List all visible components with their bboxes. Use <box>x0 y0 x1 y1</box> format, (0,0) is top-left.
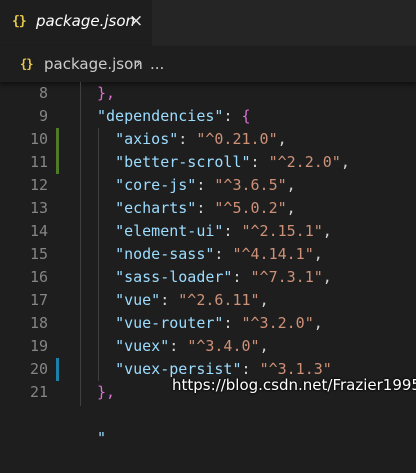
open-brace: { <box>241 107 251 125</box>
json-key: "vuex" <box>115 337 170 355</box>
code-line: 19 "vuex": "^3.4.0", <box>0 335 416 358</box>
code-text: }, <box>97 381 115 404</box>
code-text: "node-sass": "^4.14.1", <box>115 245 323 263</box>
json-key: "node-sass" <box>115 245 215 263</box>
json-key: "core-js" <box>115 176 197 194</box>
breadcrumb-symbols[interactable]: ... <box>150 55 164 73</box>
code-line: 10 "axios": "^0.21.0", <box>0 128 416 151</box>
code-line: 11 "better-scroll": "^2.2.0", <box>0 151 416 174</box>
code-line-partial: " <box>97 429 107 447</box>
code-text: "better-scroll": "^2.2.0", <box>115 153 350 171</box>
close-punctuation: , <box>286 199 296 217</box>
code-line: 16 "sass-loader": "^7.3.1", <box>0 266 416 289</box>
line-number: 9 <box>38 107 48 125</box>
json-key: "element-ui" <box>115 222 224 240</box>
line-number: 13 <box>29 199 48 217</box>
code-text: }, <box>97 82 115 105</box>
json-value: "^2.6.11" <box>178 291 260 309</box>
line-number: 16 <box>29 268 48 286</box>
json-key: "vue-router" <box>115 314 224 332</box>
close-punctuation: , <box>313 245 323 263</box>
json-key: "vue" <box>115 291 161 309</box>
line-number: 20 <box>29 360 48 378</box>
code-text: "vue-router": "^3.2.0", <box>115 314 323 332</box>
close-punctuation: }, <box>97 84 116 102</box>
tab-bar: {} package.json × <box>0 0 416 46</box>
json-value: "^7.3.1" <box>250 268 323 286</box>
code-text: "echarts": "^5.0.2", <box>115 199 296 217</box>
json-value: "^2.2.0" <box>268 153 341 171</box>
code-line: 15 "node-sass": "^4.14.1", <box>0 243 416 266</box>
close-punctuation: , <box>340 153 350 171</box>
code-line: 13 "echarts": "^5.0.2", <box>0 197 416 220</box>
chevron-right-icon: › <box>135 54 141 72</box>
line-number: 15 <box>29 245 48 263</box>
json-value: "^3.4.0" <box>187 337 260 355</box>
json-value: "^0.21.0" <box>196 130 278 148</box>
close-punctuation: , <box>313 314 323 332</box>
breadcrumb: {} package.json › ... <box>0 46 416 82</box>
line-number: 17 <box>29 291 48 309</box>
line-number: 11 <box>29 153 48 171</box>
line-number: 18 <box>29 314 48 332</box>
json-key: "dependencies" <box>97 107 224 125</box>
json-value: "^3.6.5" <box>214 176 287 194</box>
close-punctuation: , <box>322 268 332 286</box>
code-editor[interactable]: 8}, 9 "dependencies": { 10 "axios": "^0.21.… <box>0 82 416 447</box>
line-number: 21 <box>29 383 48 401</box>
code-text: "vue": "^2.6.11", <box>115 291 269 309</box>
json-key: "better-scroll" <box>115 153 251 171</box>
line-number: 12 <box>29 176 48 194</box>
code-line: 17 "vue": "^2.6.11", <box>0 289 416 312</box>
close-punctuation: }, <box>97 383 116 401</box>
close-punctuation: , <box>322 222 332 240</box>
code-text: "vuex": "^3.4.0", <box>115 337 269 355</box>
json-key: "echarts" <box>115 199 197 217</box>
code-text: "sass-loader": "^7.3.1", <box>115 268 332 286</box>
watermark-url: https://blog.csdn.net/Frazier1995 <box>172 376 416 394</box>
close-punctuation: , <box>259 291 269 309</box>
line-number: 8 <box>38 84 48 102</box>
code-line: 18 "vue-router": "^3.2.0", <box>0 312 416 335</box>
tab-package-json[interactable]: {} package.json × <box>0 0 152 46</box>
code-line: 9 "dependencies": { <box>0 105 416 128</box>
code-text: "axios": "^0.21.0", <box>115 130 287 148</box>
close-icon[interactable]: × <box>129 11 143 31</box>
code-text: "element-ui": "^2.15.1", <box>115 222 332 240</box>
breadcrumb-file[interactable]: package.json <box>44 55 143 73</box>
json-braces-icon: {} <box>12 14 27 29</box>
json-braces-icon: {} <box>20 57 33 71</box>
json-value: "^2.15.1" <box>241 222 323 240</box>
code-line: 14 "element-ui": "^2.15.1", <box>0 220 416 243</box>
json-value: "^5.0.2" <box>214 199 287 217</box>
code-line: 8}, <box>0 82 416 105</box>
tab-label: package.json <box>36 12 136 30</box>
line-number: 19 <box>29 337 48 355</box>
close-punctuation: , <box>277 130 287 148</box>
close-punctuation: , <box>286 176 296 194</box>
json-key: "sass-loader" <box>115 268 233 286</box>
json-value: "^4.14.1" <box>232 245 314 263</box>
json-key: "axios" <box>115 130 179 148</box>
code-line: 12 "core-js": "^3.6.5", <box>0 174 416 197</box>
code-text: "core-js": "^3.6.5", <box>115 176 296 194</box>
line-number: 14 <box>29 222 48 240</box>
json-value: "^3.2.0" <box>241 314 314 332</box>
code-text: "dependencies": { <box>97 107 251 125</box>
line-number: 10 <box>29 130 48 148</box>
close-punctuation: , <box>259 337 269 355</box>
